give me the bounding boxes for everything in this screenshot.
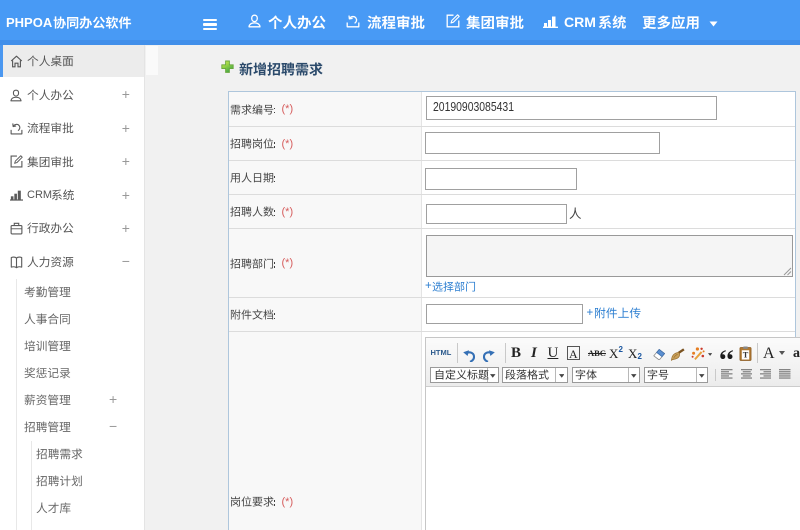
svg-text:T: T (743, 351, 749, 360)
